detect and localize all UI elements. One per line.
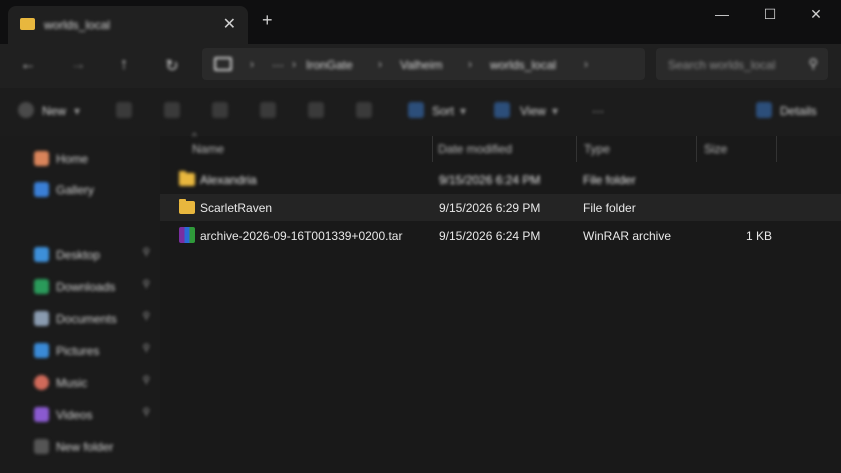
sidebar-item-gallery[interactable]: Gallery xyxy=(34,179,154,201)
view-button[interactable]: View xyxy=(520,104,546,118)
desktop-icon xyxy=(34,247,49,262)
sidebar-item-label: Pictures xyxy=(56,344,100,358)
sidebar-item-label: Home xyxy=(56,152,89,166)
breadcrumb-worlds-local[interactable]: worlds_local xyxy=(490,58,556,72)
more-options-button[interactable]: ··· xyxy=(592,104,604,118)
breadcrumb-ellipsis[interactable]: ··· xyxy=(272,58,284,72)
tab-worlds-local[interactable]: worlds_local ✕ xyxy=(8,6,248,44)
table-row[interactable]: archive-2026-09-16T001339+0200.tar 9/15/… xyxy=(160,222,841,249)
navigation-pane: Home Gallery Desktop ⚲ Downloads ⚲ Docum… xyxy=(0,136,160,473)
navigation-bar: ← → ↑ ↻ › ··· › IronGate › Valheim › wor… xyxy=(0,44,841,88)
sidebar-item-videos[interactable]: Videos ⚲ xyxy=(34,404,154,426)
new-icon xyxy=(18,102,34,118)
command-bar: New ▾ Sort ▾ View ▾ ··· Details xyxy=(0,88,841,137)
sidebar-item-desktop[interactable]: Desktop ⚲ xyxy=(34,244,154,266)
share-icon[interactable] xyxy=(308,102,324,118)
file-type: File folder xyxy=(583,201,636,215)
cut-icon[interactable] xyxy=(116,102,132,118)
forward-button[interactable]: → xyxy=(68,56,88,74)
details-pane-icon xyxy=(756,102,772,118)
back-button[interactable]: ← xyxy=(18,56,38,74)
copy-icon[interactable] xyxy=(164,102,180,118)
file-name: Alexandria xyxy=(200,173,257,187)
title-bar: worlds_local ✕ + — ☐ ✕ xyxy=(0,0,841,44)
maximize-button[interactable]: ☐ xyxy=(760,6,780,23)
home-icon xyxy=(34,151,49,166)
file-type: File folder xyxy=(583,173,636,187)
file-list: ^ Name Date modified Type Size Alexandri… xyxy=(160,132,841,473)
new-tab-button[interactable]: + xyxy=(262,10,273,31)
pin-icon[interactable]: ⚲ xyxy=(143,407,150,418)
paste-icon[interactable] xyxy=(212,102,228,118)
sidebar-item-label: Downloads xyxy=(56,280,116,294)
pin-icon[interactable]: ⚲ xyxy=(143,343,150,354)
pin-icon[interactable]: ⚲ xyxy=(143,279,150,290)
file-date: 9/15/2026 6:24 PM xyxy=(439,229,541,243)
pin-icon[interactable]: ⚲ xyxy=(143,375,150,386)
search-input[interactable]: Search worlds_local xyxy=(668,58,775,72)
folder-icon xyxy=(179,171,195,186)
sidebar-item-new-folder[interactable]: New folder xyxy=(34,436,154,458)
rename-icon[interactable] xyxy=(260,102,276,118)
sidebar-item-label: Music xyxy=(56,376,88,390)
file-type: WinRAR archive xyxy=(583,229,672,243)
videos-icon xyxy=(34,407,49,422)
pin-icon[interactable]: ⚲ xyxy=(143,247,150,258)
gallery-icon xyxy=(34,182,49,197)
sidebar-item-home[interactable]: Home xyxy=(34,148,154,170)
breadcrumb-irongate[interactable]: IronGate xyxy=(306,58,353,72)
winrar-archive-icon xyxy=(179,227,195,243)
file-date: 9/15/2026 6:29 PM xyxy=(439,201,541,215)
sidebar-item-label: Documents xyxy=(56,312,117,326)
close-tab-icon[interactable]: ✕ xyxy=(223,14,236,34)
sidebar-item-label: Desktop xyxy=(56,248,101,262)
details-button[interactable]: Details xyxy=(780,104,817,118)
delete-icon[interactable] xyxy=(356,102,372,118)
table-row[interactable]: Alexandria 9/15/2026 6:24 PM File folder xyxy=(160,166,841,193)
sidebar-item-downloads[interactable]: Downloads ⚲ xyxy=(34,276,154,298)
refresh-button[interactable]: ↻ xyxy=(162,56,182,76)
sort-icon xyxy=(408,102,424,118)
minimize-button[interactable]: — xyxy=(712,6,732,22)
folder-icon xyxy=(34,439,49,454)
sidebar-item-label: Gallery xyxy=(56,183,95,197)
view-icon xyxy=(494,102,510,118)
sort-button[interactable]: Sort xyxy=(432,104,454,118)
pictures-icon xyxy=(34,343,49,358)
file-name: archive-2026-09-16T001339+0200.tar xyxy=(200,229,403,243)
sidebar-item-label: Videos xyxy=(56,408,93,422)
search-box[interactable]: Search worlds_local ⚲ xyxy=(656,48,828,80)
folder-icon xyxy=(20,18,35,30)
sidebar-item-documents[interactable]: Documents ⚲ xyxy=(34,308,154,330)
sidebar-item-label: New folder xyxy=(56,440,114,454)
sidebar-item-music[interactable]: Music ⚲ xyxy=(34,372,154,394)
this-pc-icon[interactable] xyxy=(214,57,232,71)
breadcrumb-valheim[interactable]: Valheim xyxy=(400,58,442,72)
up-button[interactable]: ↑ xyxy=(114,56,134,74)
column-header-size[interactable]: Size xyxy=(704,142,727,156)
pin-icon[interactable]: ⚲ xyxy=(143,311,150,322)
folder-icon xyxy=(179,199,195,214)
tab-title: worlds_local xyxy=(44,18,111,32)
column-header-type[interactable]: Type xyxy=(584,142,610,156)
close-window-button[interactable]: ✕ xyxy=(806,6,826,23)
music-icon xyxy=(34,375,49,390)
address-bar[interactable]: › ··· › IronGate › Valheim › worlds_loca… xyxy=(202,48,645,80)
new-button[interactable]: New xyxy=(42,104,66,118)
column-header-name[interactable]: Name xyxy=(192,142,224,156)
search-icon: ⚲ xyxy=(808,56,818,71)
documents-icon xyxy=(34,311,49,326)
file-size: 1 KB xyxy=(746,229,773,243)
file-name: ScarletRaven xyxy=(200,201,273,215)
table-row[interactable]: ScarletRaven 9/15/2026 6:29 PM File fold… xyxy=(160,194,841,221)
column-header-date[interactable]: Date modified xyxy=(438,142,512,156)
downloads-icon xyxy=(34,279,49,294)
file-date: 9/15/2026 6:24 PM xyxy=(439,173,541,187)
sidebar-item-pictures[interactable]: Pictures ⚲ xyxy=(34,340,154,362)
